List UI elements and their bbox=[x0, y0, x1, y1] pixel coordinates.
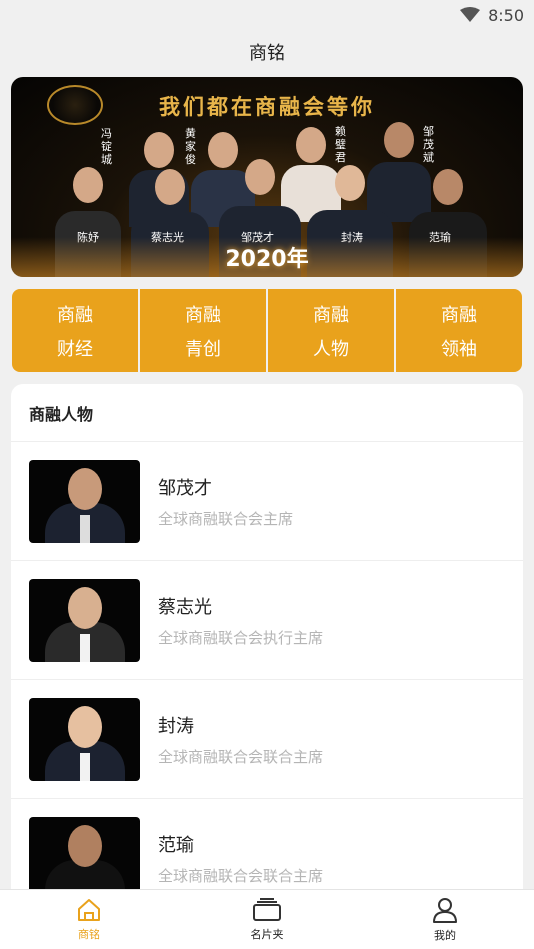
person-name: 范瑜 bbox=[158, 834, 194, 856]
person-name: 封涛 bbox=[158, 715, 194, 737]
person-name: 邹茂才 bbox=[158, 477, 212, 499]
person-title: 全球商融联合会联合主席 bbox=[158, 866, 324, 885]
section-title: 商融人物 bbox=[11, 384, 523, 442]
banner-image[interactable]: 我们都在商融会等你 冯锭城 黄家俊 赖璧君 邹茂斌 陈妤 蔡志光 邹茂才 封涛 … bbox=[11, 77, 523, 277]
person-name: 蔡志光 bbox=[158, 596, 212, 618]
status-time: 8:50 bbox=[488, 5, 524, 25]
person-title: 全球商融联合会执行主席 bbox=[158, 628, 324, 647]
bottom-tab-bar: 商铭 名片夹 我的 bbox=[0, 889, 534, 949]
category-label: 人物 bbox=[313, 338, 349, 360]
card-holder-icon bbox=[252, 897, 282, 922]
banner-slogan: 我们都在商融会等你 bbox=[159, 94, 375, 119]
person-title: 全球商融联合会联合主席 bbox=[158, 747, 324, 766]
tab-home[interactable]: 商铭 bbox=[29, 898, 149, 942]
avatar bbox=[29, 578, 140, 662]
people-card: 商融人物 邹茂才 全球商融联合会主席 蔡志光 全球商融联合会执行主席 封涛 全球… bbox=[11, 384, 523, 904]
category-finance-button[interactable]: 商融 财经 bbox=[12, 289, 138, 372]
category-label: 财经 bbox=[57, 338, 93, 360]
avatar bbox=[29, 816, 140, 900]
list-item[interactable]: 邹茂才 全球商融联合会主席 bbox=[11, 442, 523, 561]
wifi-icon bbox=[460, 7, 481, 23]
home-icon bbox=[76, 898, 102, 922]
category-youth-button[interactable]: 商融 青创 bbox=[140, 289, 266, 372]
category-label: 领袖 bbox=[441, 338, 477, 360]
status-bar: 8:50 bbox=[0, 0, 534, 30]
category-people-button[interactable]: 商融 人物 bbox=[268, 289, 394, 372]
list-item[interactable]: 蔡志光 全球商融联合会执行主席 bbox=[11, 561, 523, 680]
category-label: 商融 bbox=[313, 304, 349, 326]
tab-card-holder[interactable]: 名片夹 bbox=[207, 897, 327, 942]
banner-name: 黄家俊 bbox=[185, 127, 196, 166]
person-title: 全球商融联合会主席 bbox=[158, 509, 294, 528]
category-grid: 商融 财经 商融 青创 商融 人物 商融 领袖 bbox=[12, 289, 522, 372]
banner-year: 2020年 bbox=[225, 247, 309, 272]
list-item[interactable]: 封涛 全球商融联合会联合主席 bbox=[11, 680, 523, 799]
banner-name: 赖璧君 bbox=[335, 125, 346, 164]
tab-label: 名片夹 bbox=[250, 927, 284, 941]
avatar bbox=[29, 697, 140, 781]
avatar bbox=[29, 459, 140, 543]
banner-name: 邹茂斌 bbox=[423, 125, 434, 164]
page-title: 商铭 bbox=[249, 43, 285, 64]
category-label: 青创 bbox=[185, 338, 221, 360]
tab-label: 商铭 bbox=[78, 927, 100, 941]
tab-label: 我的 bbox=[434, 928, 456, 942]
tab-profile[interactable]: 我的 bbox=[385, 897, 505, 943]
category-label: 商融 bbox=[441, 304, 477, 326]
category-label: 商融 bbox=[57, 304, 93, 326]
user-icon bbox=[432, 897, 458, 923]
category-leaders-button[interactable]: 商融 领袖 bbox=[396, 289, 522, 372]
category-label: 商融 bbox=[185, 304, 221, 326]
banner-name: 冯锭城 bbox=[101, 127, 112, 166]
